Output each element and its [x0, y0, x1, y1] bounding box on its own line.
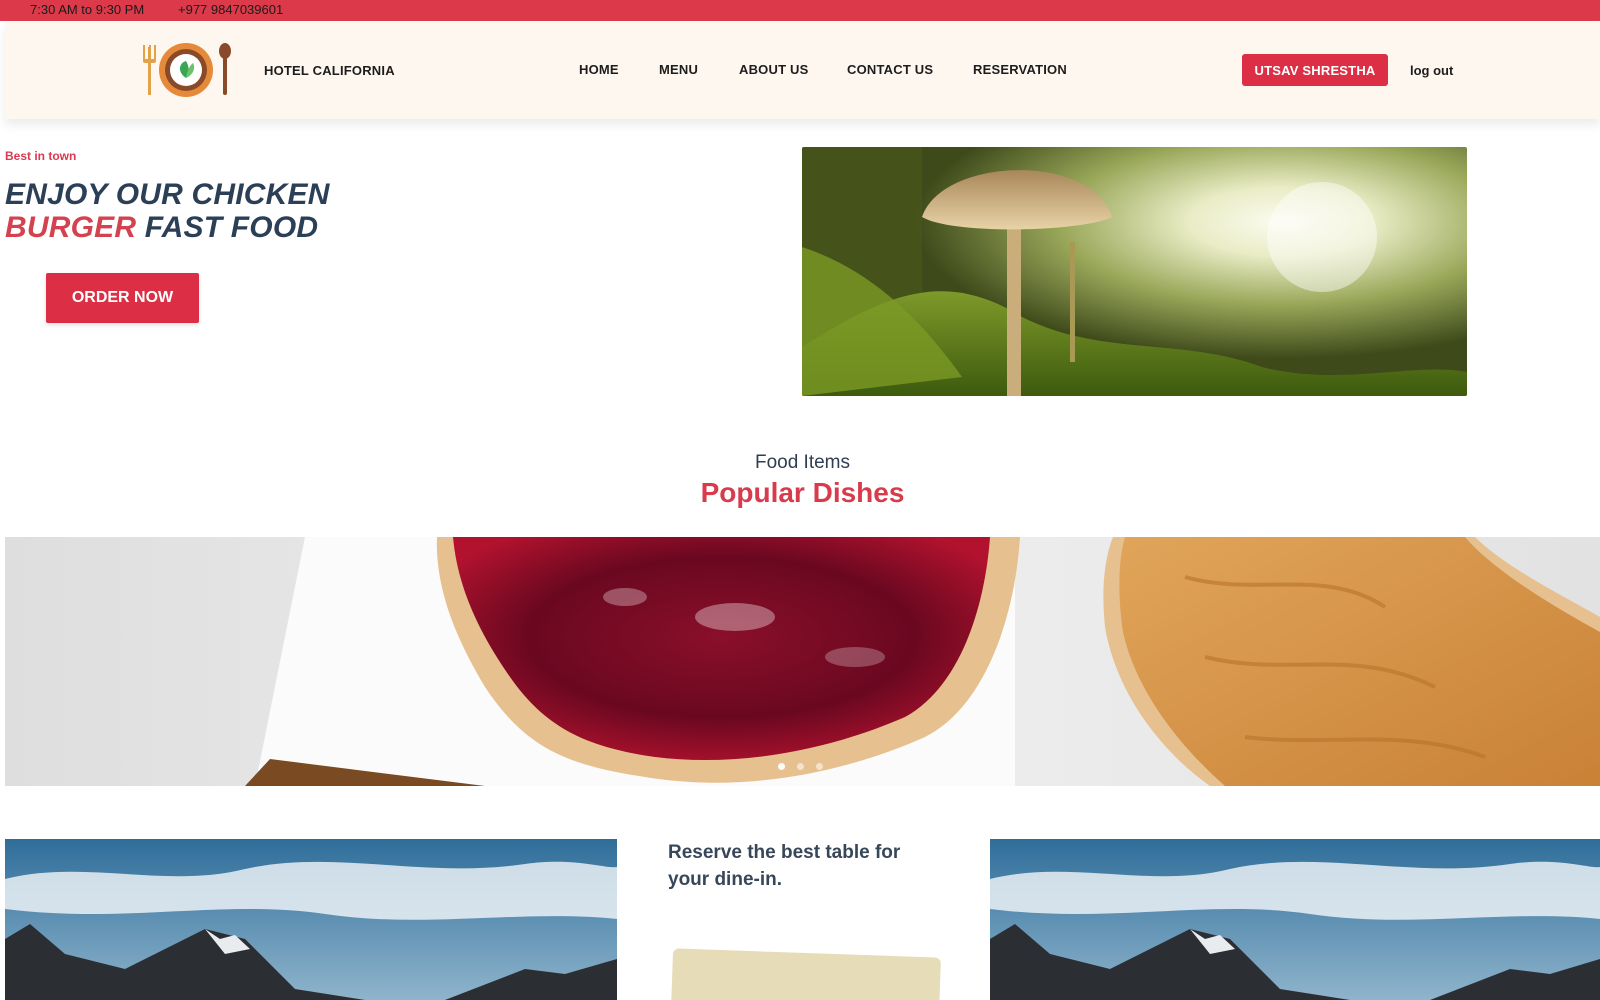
section-title: Popular Dishes — [700, 477, 905, 508]
toast-photo-image — [5, 537, 1600, 786]
fork-tine — [149, 45, 151, 61]
user-profile-button[interactable]: UTSAV SHRESTHA — [1242, 54, 1388, 86]
order-now-button[interactable]: ORDER NOW — [46, 273, 199, 323]
reserve-table-heading: Reserve the best table for your dine-in. — [668, 842, 901, 890]
hero-tagline: Best in town — [5, 149, 77, 163]
nav-about-us[interactable]: ABOUT US — [739, 62, 809, 77]
mushroom-stem — [1007, 207, 1021, 396]
fork-tine — [143, 45, 145, 61]
carousel-dot-1[interactable] — [778, 763, 785, 770]
restaurant-logo-icon[interactable] — [137, 39, 237, 101]
carousel-indicators — [778, 763, 823, 770]
sun-glow — [1267, 182, 1377, 292]
nav-reservation[interactable]: RESERVATION — [973, 62, 1067, 77]
spoon-head — [219, 43, 231, 59]
hero-title-highlight: BURGER — [5, 211, 137, 244]
mountain-photo-right — [990, 839, 1600, 1000]
section-subtitle: Food Items — [754, 452, 851, 473]
top-info-bar: 7:30 AM to 9:30 PM +977 9847039601 — [0, 0, 1600, 21]
carousel-dot-2[interactable] — [797, 763, 804, 770]
phone-number[interactable]: +977 9847039601 — [178, 2, 283, 17]
hero-title-line1: ENJOY OUR CHICKEN — [5, 178, 330, 211]
spoon-handle — [223, 57, 227, 95]
fork-tine — [154, 45, 156, 61]
mountain-photo-left — [5, 839, 617, 1000]
small-stem — [1070, 242, 1075, 362]
nav-menu[interactable]: MENU — [659, 62, 698, 77]
nav-home[interactable]: HOME — [579, 62, 619, 77]
brand-name[interactable]: HOTEL CALIFORNIA — [264, 63, 395, 78]
hero-title: ENJOY OUR CHICKEN BURGER FAST FOOD — [5, 178, 330, 244]
nav-contact-us[interactable]: CONTACT US — [847, 62, 933, 77]
carousel-dot-3[interactable] — [816, 763, 823, 770]
reservation-card[interactable] — [671, 948, 941, 1000]
hero-title-line2: FAST FOOD — [136, 211, 319, 244]
fork-base — [143, 59, 156, 63]
jam-highlight — [695, 603, 775, 631]
opening-hours: 7:30 AM to 9:30 PM — [30, 2, 145, 17]
jam-highlight — [603, 588, 647, 606]
mushroom-photo-image — [802, 147, 1467, 396]
logout-link[interactable]: log out — [1410, 63, 1453, 78]
site-header: HOTEL CALIFORNIA HOME MENU ABOUT US CONT… — [5, 22, 1600, 119]
dishes-carousel[interactable] — [5, 537, 1600, 786]
jam-highlight — [825, 647, 885, 667]
